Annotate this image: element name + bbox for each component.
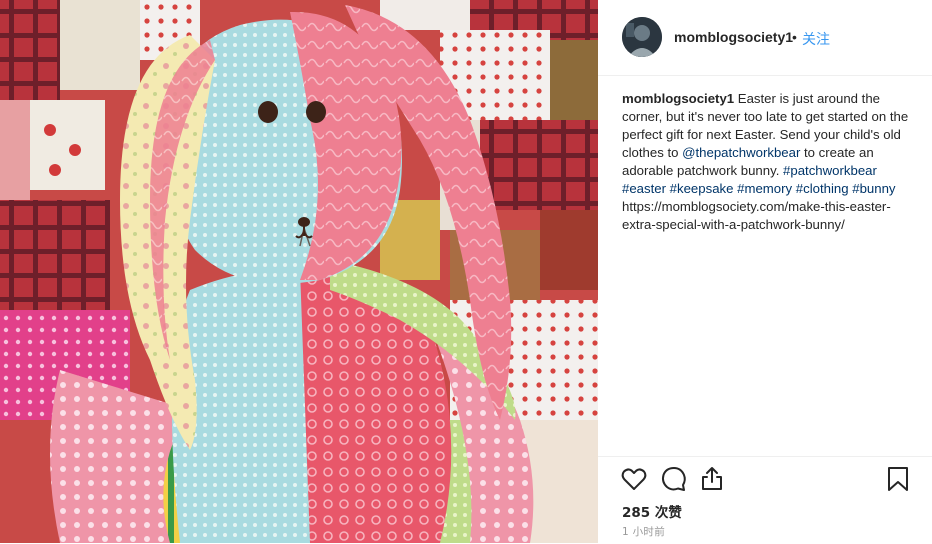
- avatar-image: [622, 17, 662, 57]
- avatar[interactable]: [622, 17, 662, 57]
- caption-username[interactable]: momblogsociety1: [622, 91, 734, 106]
- separator-dot: •: [792, 29, 797, 45]
- post-header: momblogsociety1 • 关注: [598, 0, 932, 76]
- hashtag-clothing[interactable]: #clothing: [796, 181, 849, 196]
- hashtag-keepsake[interactable]: #keepsake: [670, 181, 734, 196]
- caption-url: https://momblogsociety.com/make-this-eas…: [622, 199, 891, 232]
- hashtag-easter[interactable]: #easter: [622, 181, 666, 196]
- likes-count[interactable]: 285 次赞: [622, 501, 682, 521]
- share-icon[interactable]: [698, 465, 726, 493]
- hashtag-patchworkbear[interactable]: #patchworkbear: [783, 163, 877, 178]
- patchwork-bunny-photo: [0, 0, 598, 543]
- post-sidebar: momblogsociety1 • 关注 momblogsociety1 Eas…: [598, 0, 932, 543]
- post-username[interactable]: momblogsociety1: [674, 29, 793, 45]
- post-caption: momblogsociety1 Easter is just around th…: [622, 90, 914, 234]
- post-actions: 285 次赞 1 小时前: [598, 456, 932, 544]
- hashtag-bunny[interactable]: #bunny: [852, 181, 895, 196]
- post-photo[interactable]: [0, 0, 598, 543]
- post-timestamp[interactable]: 1 小时前: [622, 524, 665, 539]
- heart-icon[interactable]: [620, 465, 648, 493]
- caption-mention[interactable]: @thepatchworkbear: [682, 145, 800, 160]
- comment-icon[interactable]: [660, 465, 688, 493]
- follow-button[interactable]: 关注: [802, 29, 830, 49]
- instagram-post: momblogsociety1 • 关注 momblogsociety1 Eas…: [0, 0, 932, 543]
- hashtag-memory[interactable]: #memory: [737, 181, 792, 196]
- bookmark-icon[interactable]: [884, 465, 912, 493]
